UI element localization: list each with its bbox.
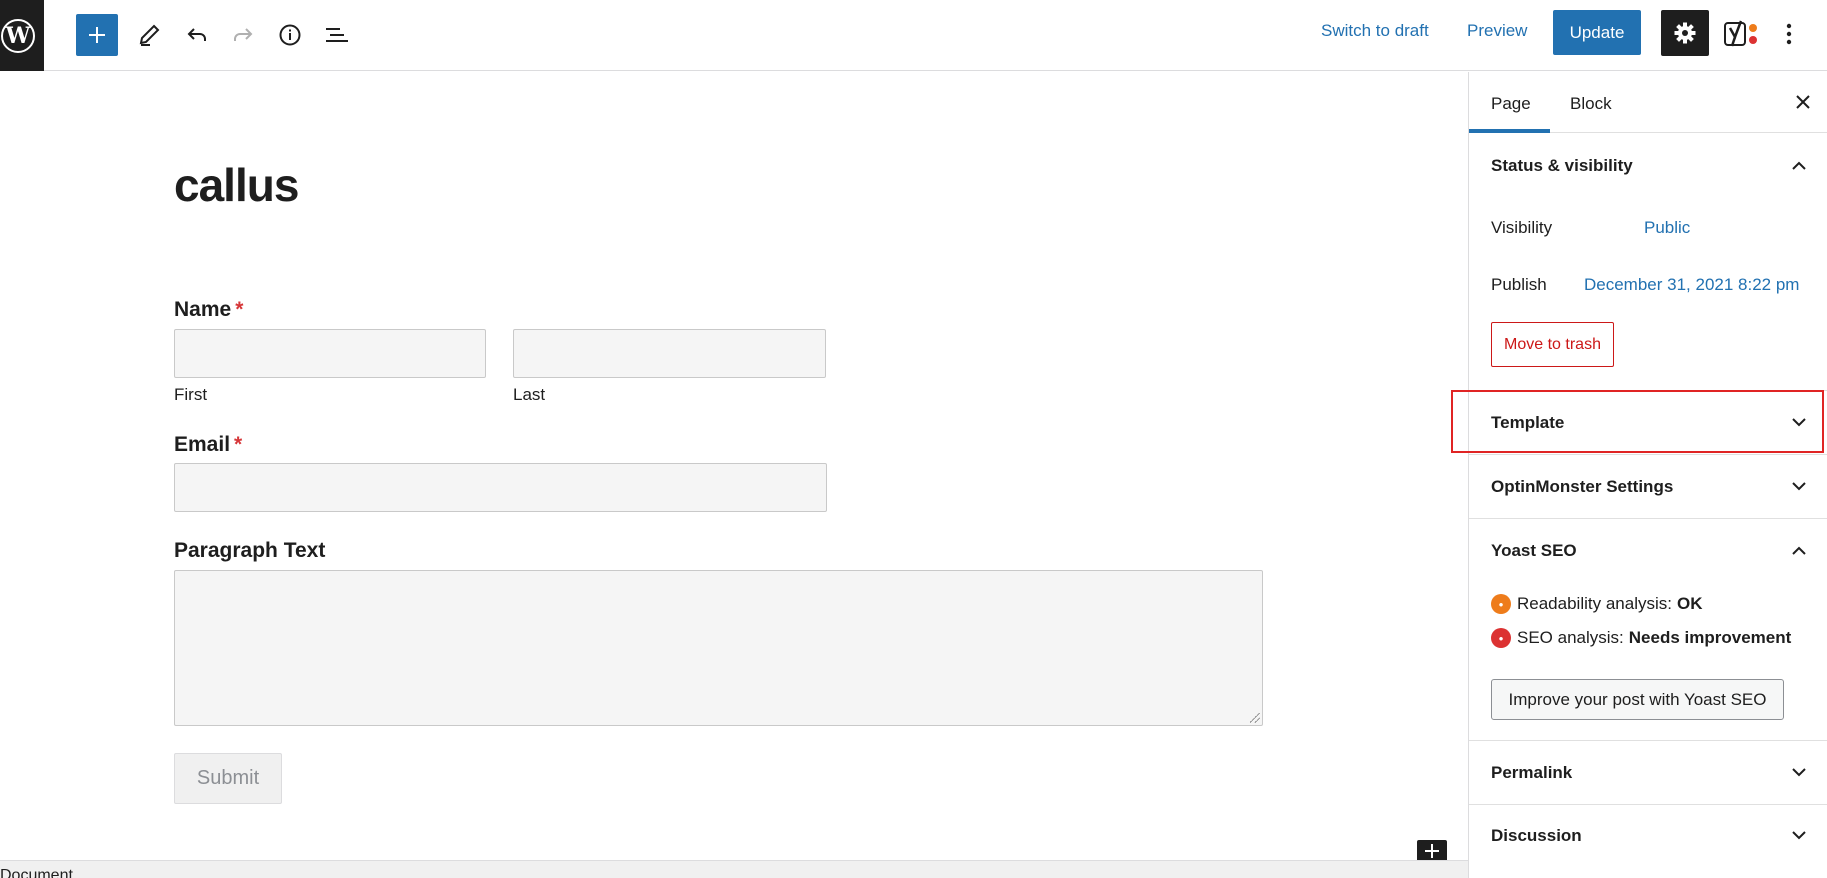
readability-analysis-row[interactable]: • Readability analysis: OK (1491, 594, 1702, 614)
list-view-button[interactable] (316, 14, 358, 56)
discussion-panel-toggle[interactable]: Discussion (1491, 826, 1582, 846)
more-options-button[interactable] (1772, 14, 1806, 54)
vertical-ellipsis-icon (1786, 23, 1792, 45)
sidebar-tabs: Page Block (1469, 72, 1827, 133)
first-name-input[interactable] (174, 329, 486, 378)
email-input[interactable] (174, 463, 827, 512)
optinmonster-panel-toggle[interactable]: OptinMonster Settings (1491, 477, 1673, 497)
close-sidebar-button[interactable] (1789, 88, 1817, 116)
panel-divider (1469, 518, 1827, 519)
wordpress-logo[interactable]: W (0, 0, 44, 71)
preview-button[interactable]: Preview (1467, 21, 1527, 41)
wordpress-w-icon: W (1, 18, 35, 53)
template-highlight-box (1451, 390, 1824, 453)
plus-icon (89, 27, 105, 43)
readability-label: Readability analysis: (1517, 594, 1672, 613)
switch-to-draft-button[interactable]: Switch to draft (1321, 21, 1429, 41)
update-button[interactable]: Update (1553, 10, 1641, 55)
chevron-down-icon[interactable] (1788, 761, 1810, 783)
chevron-up-icon[interactable] (1788, 539, 1810, 561)
list-view-icon (326, 28, 348, 42)
page-title[interactable]: callus (174, 158, 299, 212)
editor-canvas: callus Name * First Last Email * Paragraph… (0, 72, 1468, 862)
chevron-down-icon[interactable] (1788, 824, 1810, 846)
editor-header: W Switch to draft Preview Update (0, 0, 1827, 71)
yoast-seo-button[interactable] (1722, 14, 1762, 54)
paragraph-field-label: Paragraph Text (174, 539, 326, 562)
panel-divider (1469, 740, 1827, 741)
settings-button[interactable] (1661, 10, 1709, 56)
move-to-trash-button[interactable]: Move to trash (1491, 322, 1614, 367)
status-visibility-panel-toggle[interactable]: Status & visibility (1491, 156, 1633, 176)
tools-button[interactable] (128, 14, 170, 56)
gear-icon (1674, 22, 1696, 44)
paragraph-textarea[interactable] (174, 570, 1263, 726)
seo-label: SEO analysis: (1517, 628, 1624, 647)
block-inserter-button[interactable] (1417, 840, 1447, 862)
panel-divider (1469, 804, 1827, 805)
active-tab-indicator (1469, 129, 1550, 133)
chevron-up-icon[interactable] (1788, 154, 1810, 176)
visibility-label: Visibility (1491, 218, 1553, 237)
pencil-icon (139, 24, 160, 46)
tab-block[interactable]: Block (1570, 94, 1612, 114)
resize-handle-icon[interactable] (1250, 713, 1260, 723)
publish-label: Publish (1491, 275, 1547, 294)
settings-sidebar: Page Block Status & visibility Visibilit… (1468, 72, 1827, 878)
block-breadcrumb-bar: Document (0, 860, 1468, 878)
email-field-label: Email * (174, 433, 243, 456)
seo-analysis-row[interactable]: • SEO analysis: Needs improvement (1491, 628, 1791, 648)
required-asterisk: * (234, 433, 243, 456)
redo-icon (234, 28, 253, 41)
neutral-face-icon: • (1491, 594, 1511, 614)
plus-icon (1425, 844, 1439, 858)
redo-button[interactable] (222, 14, 264, 56)
yoast-seo-panel-toggle[interactable]: Yoast SEO (1491, 541, 1577, 561)
permalink-panel-toggle[interactable]: Permalink (1491, 763, 1572, 783)
sad-face-icon: • (1491, 628, 1511, 648)
undo-button[interactable] (176, 14, 218, 56)
publish-date-link[interactable]: December 31, 2021 8:22 pm (1584, 275, 1799, 295)
close-icon (1796, 95, 1810, 109)
breadcrumb-document[interactable]: Document (0, 867, 73, 878)
tab-page[interactable]: Page (1491, 94, 1531, 114)
name-field-label: Name * (174, 298, 244, 321)
yoast-icon (1724, 20, 1757, 47)
details-button[interactable] (269, 14, 311, 56)
required-asterisk: * (235, 298, 244, 321)
panel-divider (1469, 454, 1827, 455)
add-block-button[interactable] (76, 14, 118, 56)
improve-with-yoast-button[interactable]: Improve your post with Yoast SEO (1491, 679, 1784, 720)
seo-value: Needs improvement (1628, 628, 1792, 647)
last-name-input[interactable] (513, 329, 826, 378)
last-sublabel: Last (513, 385, 546, 404)
info-icon (279, 24, 301, 46)
submit-button[interactable]: Submit (174, 753, 282, 804)
first-sublabel: First (174, 385, 208, 404)
visibility-value-link[interactable]: Public (1644, 218, 1690, 238)
chevron-down-icon[interactable] (1788, 475, 1810, 497)
readability-value: OK (1676, 594, 1703, 613)
undo-icon (187, 28, 206, 41)
